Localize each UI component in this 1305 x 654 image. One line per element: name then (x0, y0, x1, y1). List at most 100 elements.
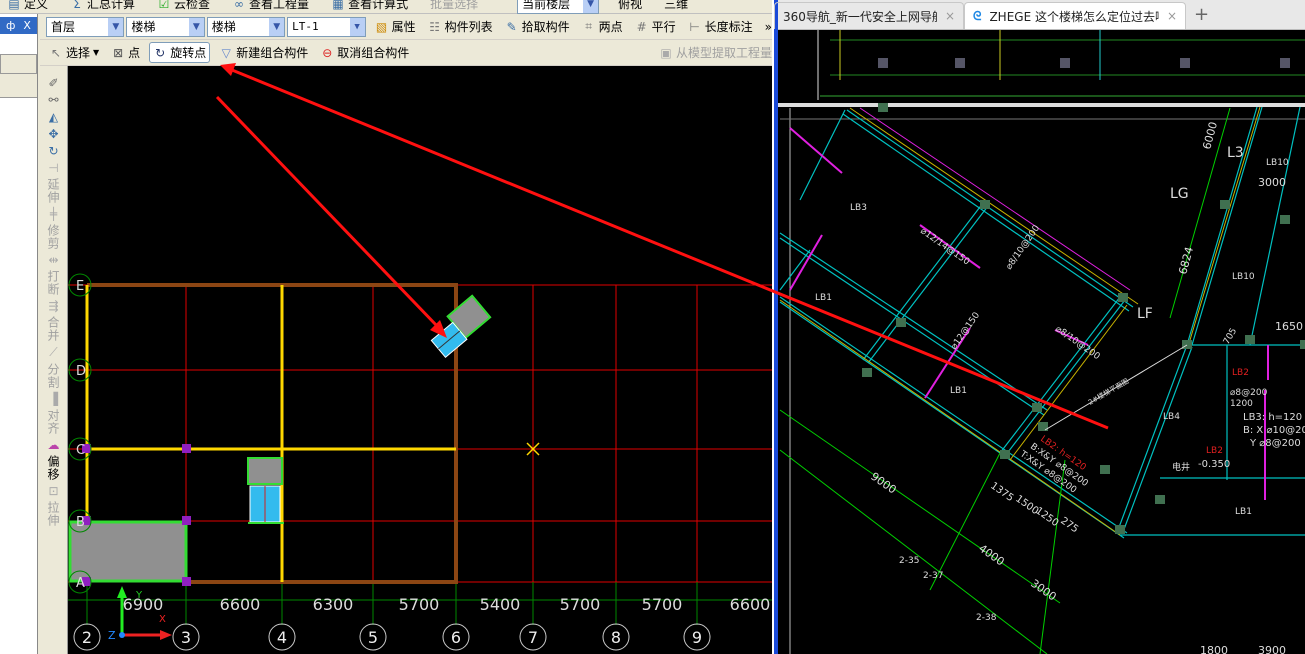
axis-label: C (76, 443, 85, 458)
point-icon: ⊠ (113, 45, 124, 60)
component-list-button[interactable]: ☷ 构件列表 (425, 17, 496, 36)
brush-icon[interactable]: ✐ (47, 76, 61, 90)
cad-label: LB4 (1163, 412, 1180, 422)
dimension-icon: ⊢ (689, 19, 700, 34)
cad-label: LB1 (815, 293, 832, 303)
new-group-button[interactable]: ▽ 新建组合构件 (216, 43, 311, 62)
summary-calc-button[interactable]: Σ 汇总计算 (67, 0, 138, 13)
cad-label: -0.350 (1198, 459, 1230, 470)
extract-quantity-button[interactable]: ▣ 从模型提取工程量 (656, 43, 775, 62)
rotate-point-button[interactable]: ↻ 旋转点 (149, 42, 211, 63)
dimension-label: 6600 (220, 595, 261, 614)
select-button[interactable]: ↖ 选择 ▼ (46, 43, 102, 62)
length-dim-button[interactable]: ⊢ 长度标注 (685, 17, 756, 36)
main-toolbar: ▤ 定义 Σ 汇总计算 ☑ 云检查 ∞ 查看工程量 ▦ 查看计算式 批量选择 当前楼层 ▼ … (0, 0, 775, 14)
dimension-label: 6900 (123, 595, 164, 614)
new-tab-button[interactable]: + (1186, 4, 1217, 29)
close-tab-icon[interactable]: × (1167, 9, 1177, 23)
cad-label: LB10 (1232, 272, 1255, 282)
close-tab-icon[interactable]: × (945, 9, 955, 23)
side-panel-box (0, 54, 37, 74)
view-quantity-button[interactable]: ∞ 查看工程量 (229, 0, 312, 13)
browser-logo-icon: ᘓ (973, 8, 982, 23)
split-icon: ⟋ (49, 345, 58, 359)
cancel-group-button[interactable]: ⊖ 取消组合构件 (317, 43, 412, 62)
ucs-x-label: X (159, 614, 166, 625)
cad-label: LB1 (1235, 507, 1252, 517)
cad-label: LB3: h=120 (1243, 412, 1302, 423)
cad-label: 1800 (1200, 644, 1228, 654)
cad-label: LB2 (1232, 368, 1249, 378)
pick-icon: ✎ (506, 19, 517, 34)
copy-icon[interactable]: ⚯ (47, 93, 61, 107)
define-icon: ▤ (8, 0, 20, 11)
category-select[interactable]: 楼梯 ▼ (126, 16, 205, 37)
chevron-down-icon: ▼ (583, 0, 599, 13)
component-select[interactable]: LT-1 ▼ (287, 16, 366, 37)
dropdown-icon: ▼ (93, 48, 100, 57)
align-button[interactable]: 对齐 (45, 409, 62, 435)
browser-tab-active[interactable]: ᘓ ZHEGE 这个楼梯怎么定位过去啊 × (964, 2, 1186, 29)
sigma-icon: Σ (73, 0, 81, 11)
extend-button[interactable]: 延伸 (45, 178, 62, 204)
trim-button[interactable]: 修剪 (45, 224, 62, 250)
move-icon[interactable]: ✥ (47, 127, 61, 141)
cad-label: 2-38 (976, 613, 997, 623)
current-floor-select[interactable]: 当前楼层 ▼ (517, 0, 600, 14)
dimension-label: 5700 (399, 595, 440, 614)
pin-icon[interactable]: ф (6, 19, 15, 32)
axis-label: E (76, 279, 84, 294)
dimension-label: 5700 (560, 595, 601, 614)
3d-button[interactable]: 三维 (661, 0, 691, 13)
axis-label: A (76, 576, 85, 591)
properties-button[interactable]: ▧ 属性 (372, 17, 419, 36)
stair-component[interactable] (247, 457, 284, 524)
stretch-button[interactable]: 拉伸 (45, 501, 62, 527)
list-icon: ☷ (429, 19, 440, 34)
edit-toolbar: ↖ 选择 ▼ ⊠ 点 ↻ 旋转点 ▽ 新建组合构件 ⊖ 取消组合构件 ▣ 从模型提取工程量 (40, 40, 775, 66)
batch-select-button[interactable]: 批量选择 (427, 0, 481, 13)
merge-icon: ⇶ (48, 299, 59, 313)
cad-label: Y ⌀8@200 (1249, 438, 1301, 449)
point-button[interactable]: ⊠ 点 (108, 43, 143, 62)
cad-label: LB3 (850, 203, 867, 213)
split-button[interactable]: 分割 (45, 363, 62, 389)
slab (68, 520, 188, 583)
break-button[interactable]: 打断 (45, 270, 62, 296)
view-formula-button[interactable]: ▦ 查看计算式 (328, 0, 411, 13)
chevron-down-icon: ▼ (349, 17, 365, 36)
dimension-label: 6300 (313, 595, 354, 614)
pick-component-button[interactable]: ✎ 拾取构件 (502, 17, 573, 36)
offset-button[interactable]: 偏移 (45, 455, 62, 481)
cad-drawing-image: 6000 L3 LB10 3000 LG 6824 LB10 LF 1650 7… (778, 30, 1305, 654)
ucs-z-label: Z (108, 629, 116, 642)
cad-label: 1200 (1230, 399, 1253, 409)
floor-select[interactable]: 首层 ▼ (46, 16, 125, 37)
cad-label: LF (1137, 306, 1153, 322)
modify-toolbar: ✐ ⚯ ◭ ✥ ↻ ⊣ 延伸 ╪ 修剪 ⇹ 打断 ⇶ 合并 ⟋ 分割 ▐ 对齐 ☁ 偏移 ⊡ 拉… (40, 66, 68, 654)
ucs-y-label: Y (135, 590, 143, 601)
mirror-icon[interactable]: ◭ (47, 110, 61, 124)
dimension-label: 5700 (642, 595, 683, 614)
top-view-button[interactable]: 俯视 (615, 0, 645, 13)
define-button[interactable]: ▤ 定义 (4, 0, 51, 13)
rotate-icon[interactable]: ↻ (47, 144, 61, 158)
cursor-icon: ↖ (50, 45, 62, 60)
drawing-canvas[interactable]: E D C B A 2 3 4 5 6 7 8 9 6900 6600 6300… (68, 66, 772, 654)
cad-label: LB2 (1206, 446, 1223, 456)
close-icon[interactable]: X (23, 19, 31, 32)
cad-label: B: X ⌀10@200 (1243, 425, 1305, 436)
merge-button[interactable]: 合并 (45, 316, 62, 342)
check-icon: ☑ (158, 0, 170, 11)
axis-label: 9 (692, 628, 702, 647)
axis-label: D (76, 364, 86, 379)
stretch-icon: ⊡ (48, 484, 59, 498)
cad-label: 2-35 (899, 556, 919, 566)
break-icon: ⇹ (48, 253, 59, 267)
two-points-button[interactable]: ⌗ 两点 (579, 17, 626, 36)
type-select[interactable]: 楼梯 ▼ (206, 16, 286, 37)
dimension-label: 6600 (730, 595, 771, 614)
parallel-button[interactable]: # 平行 (632, 17, 679, 36)
browser-tab[interactable]: 360导航_新一代安全上网导航 × (774, 2, 964, 29)
cloud-check-button[interactable]: ☑ 云检查 (154, 0, 213, 13)
